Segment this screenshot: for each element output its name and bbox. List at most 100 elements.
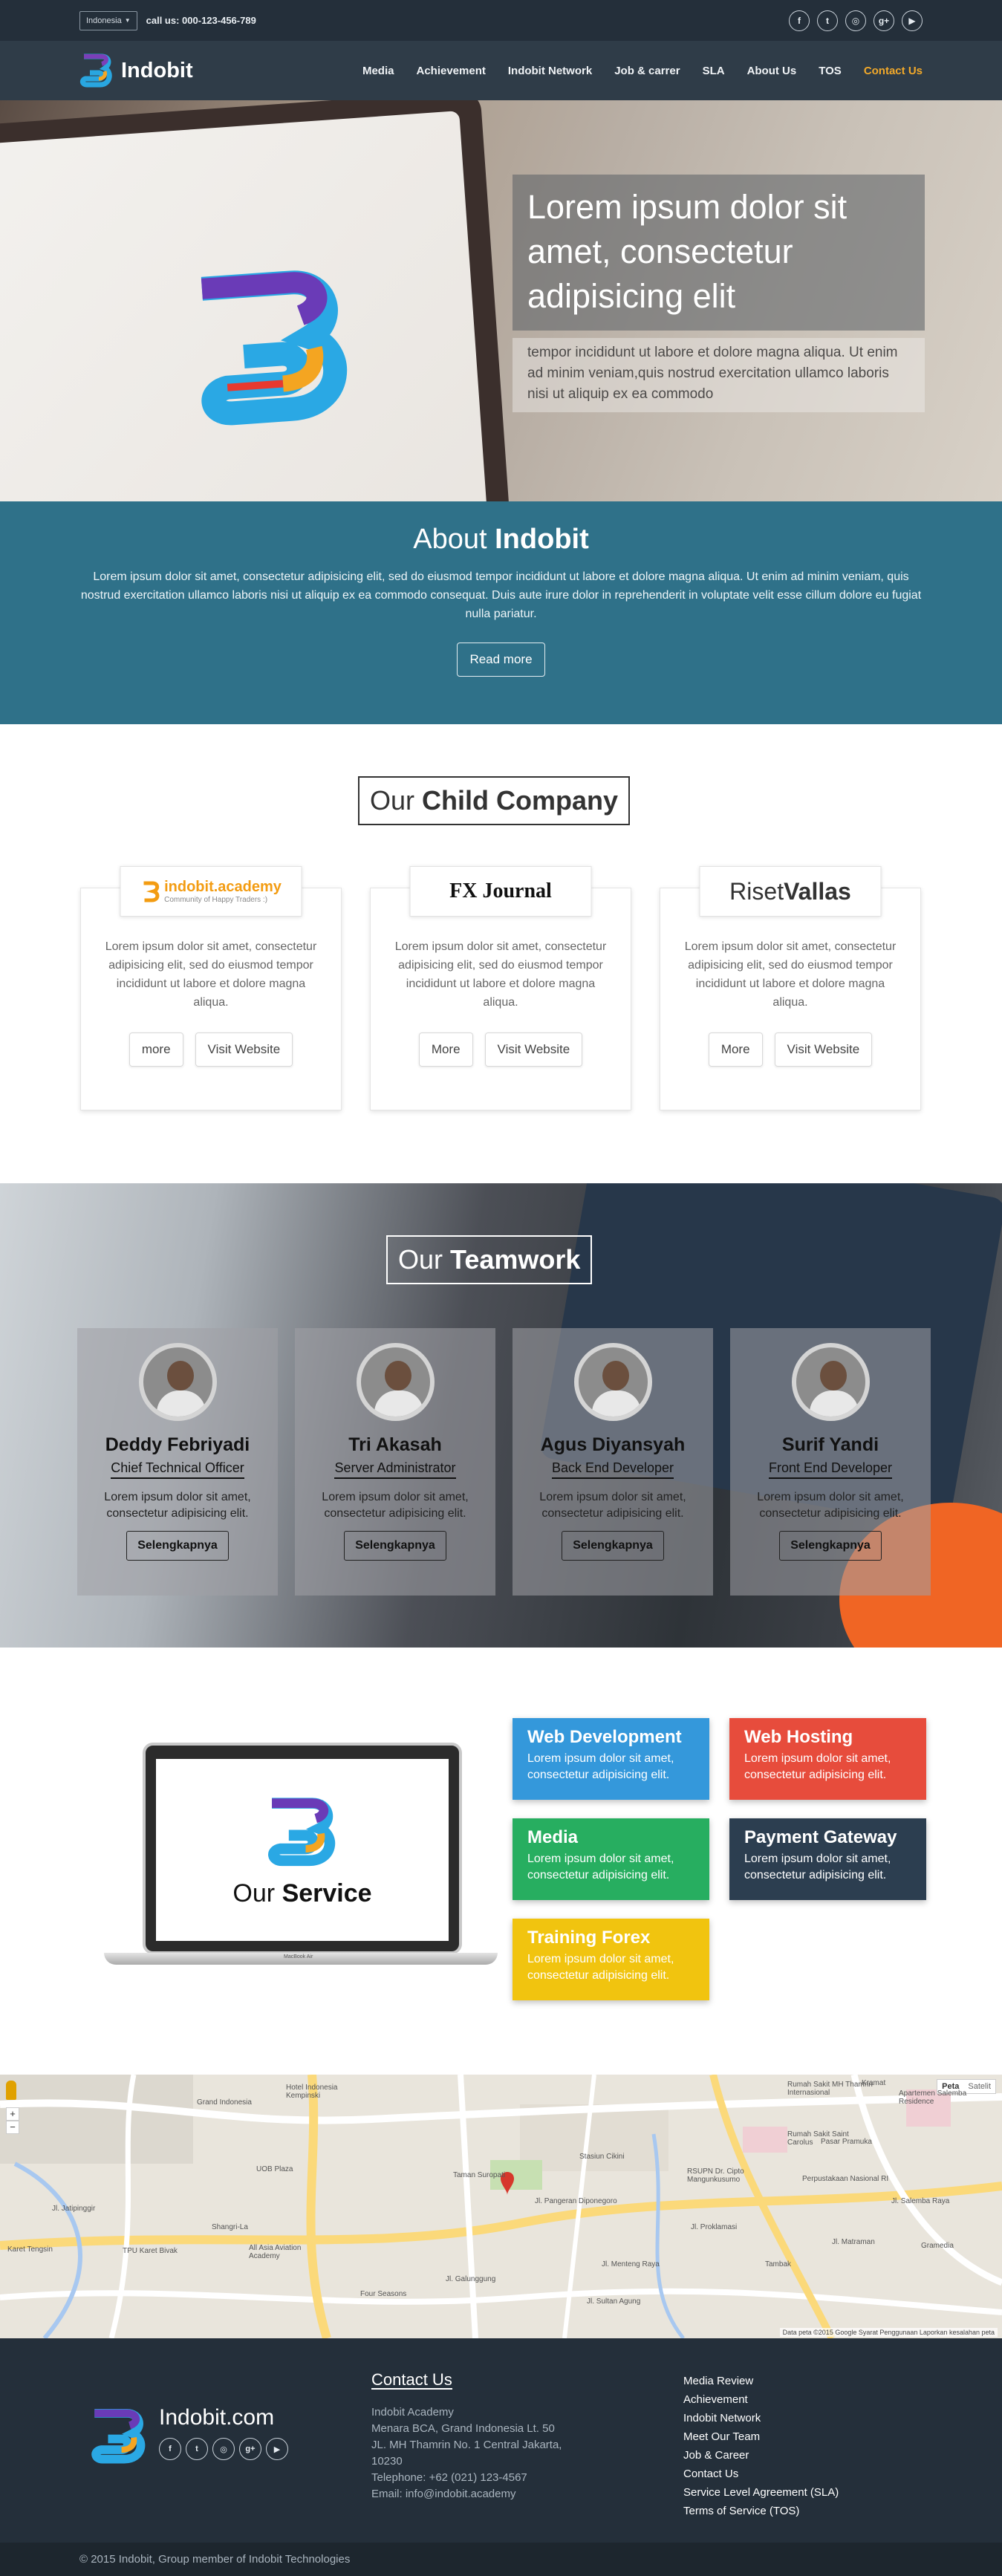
member-text: Lorem ipsum dolor sit amet, consectetur … <box>757 1491 904 1520</box>
footer-link-tos[interactable]: Terms of Service (TOS) <box>683 2502 839 2520</box>
top-bar: Indonesia ▼ call us: 000-123-456-789 f t… <box>0 0 1002 41</box>
visit-website-button[interactable]: Visit Website <box>195 1032 293 1067</box>
indobit-logo-icon <box>79 53 112 88</box>
twitter-icon[interactable]: t <box>817 10 838 31</box>
map-attribution: Data peta ©2015 Google Syarat Penggunaan… <box>779 2328 998 2337</box>
nav-item-job-carrer[interactable]: Job & carrer <box>614 65 680 77</box>
fx-journal-logo[interactable]: FX Journal <box>409 866 592 917</box>
nav-item-contact-us[interactable]: Contact Us <box>864 65 923 77</box>
footer-contact: Contact Us Indobit Academy Menara BCA, G… <box>371 2370 562 2500</box>
brand-name: Indobit <box>121 58 193 82</box>
child-card-indobit-academy: indobit.academy Community of Happy Trade… <box>80 866 342 1110</box>
avatar <box>791 1343 870 1421</box>
service-media[interactable]: Media Lorem ipsum dolor sit amet, consec… <box>513 1818 709 1900</box>
footer-link-media-review[interactable]: Media Review <box>683 2372 839 2390</box>
instagram-icon[interactable]: ◎ <box>845 10 866 31</box>
indobit-academy-logo[interactable]: indobit.academy Community of Happy Trade… <box>120 866 302 917</box>
footer-link-achievement[interactable]: Achievement <box>683 2390 839 2409</box>
team-member-card: Tri Akasah Server Administrator Lorem ip… <box>295 1328 495 1596</box>
service-training-forex[interactable]: Training Forex Lorem ipsum dolor sit ame… <box>513 1919 709 2000</box>
child-card-riset-vallas: RisetVallas Lorem ipsum dolor sit amet, … <box>660 866 921 1110</box>
footer-link-job-career[interactable]: Job & Career <box>683 2446 839 2465</box>
facebook-icon[interactable]: f <box>159 2438 181 2460</box>
copyright-bar: © 2015 Indobit, Group member of Indobit … <box>0 2543 1002 2576</box>
more-button[interactable]: More <box>708 1032 763 1067</box>
more-button[interactable]: more <box>128 1032 183 1067</box>
service-title: Our Service <box>232 1879 372 1907</box>
macbook-illustration: Our Service MacBook Air <box>104 1743 498 1965</box>
facebook-icon[interactable]: f <box>789 10 810 31</box>
language-value: Indonesia <box>86 16 122 25</box>
footer-links: Media Review Achievement Indobit Network… <box>683 2372 839 2520</box>
service-web-hosting[interactable]: Web Hosting Lorem ipsum dolor sit amet, … <box>729 1718 926 1800</box>
academy-logo-main: indobit.academy <box>164 879 282 895</box>
member-role: Front End Developer <box>768 1460 893 1479</box>
youtube-icon[interactable]: ▶ <box>266 2438 288 2460</box>
team-member-card: Agus Diyansyah Back End Developer Lorem … <box>513 1328 713 1596</box>
hero-banner: Lorem ipsum dolor sit amet, consectetur … <box>0 100 1002 501</box>
zoom-in-button[interactable]: + <box>6 2107 19 2121</box>
twitter-icon[interactable]: t <box>186 2438 208 2460</box>
card-text: Lorem ipsum dolor sit amet, consectetur … <box>394 940 607 1009</box>
location-map[interactable]: + − Peta Satelit Grand Indonesia Hotel I… <box>0 2075 1002 2338</box>
member-text: Lorem ipsum dolor sit amet, consectetur … <box>104 1491 251 1520</box>
selengkapnya-button[interactable]: Selengkapnya <box>344 1531 446 1561</box>
team-member-card: Deddy Febriyadi Chief Technical Officer … <box>77 1328 278 1596</box>
footer-link-sla[interactable]: Service Level Agreement (SLA) <box>683 2483 839 2502</box>
youtube-icon[interactable]: ▶ <box>902 10 923 31</box>
caret-down-icon: ▼ <box>124 17 131 24</box>
language-select[interactable]: Indonesia ▼ <box>79 10 137 30</box>
nav-item-achievement[interactable]: Achievement <box>416 65 485 77</box>
avatar <box>356 1343 435 1421</box>
main-navbar: Indobit Media Achievement Indobit Networ… <box>0 41 1002 100</box>
pegman-icon[interactable] <box>6 2081 16 2100</box>
member-name: Agus Diyansyah <box>540 1434 686 1455</box>
member-text: Lorem ipsum dolor sit amet, consectetur … <box>322 1491 469 1520</box>
service-payment-gateway[interactable]: Payment Gateway Lorem ipsum dolor sit am… <box>729 1818 926 1900</box>
selengkapnya-button[interactable]: Selengkapnya <box>126 1531 229 1561</box>
footer-link-contact-us[interactable]: Contact Us <box>683 2465 839 2483</box>
visit-website-button[interactable]: Visit Website <box>774 1032 873 1067</box>
service-web-development[interactable]: Web Development Lorem ipsum dolor sit am… <box>513 1718 709 1800</box>
more-button[interactable]: More <box>418 1032 473 1067</box>
copyright-text: © 2015 Indobit, Group member of Indobit … <box>79 2553 351 2566</box>
footer-link-meet-our-team[interactable]: Meet Our Team <box>683 2427 839 2446</box>
card-text: Lorem ipsum dolor sit amet, consectetur … <box>684 940 897 1009</box>
about-text: Lorem ipsum dolor sit amet, consectetur … <box>80 570 922 620</box>
macbook-label: MacBook Air <box>284 1954 313 1959</box>
nav-item-tos[interactable]: TOS <box>819 65 842 77</box>
footer-link-indobit-network[interactable]: Indobit Network <box>683 2409 839 2427</box>
avatar <box>138 1343 217 1421</box>
nav-item-about-us[interactable]: About Us <box>747 65 797 77</box>
academy-logo-icon <box>143 881 159 902</box>
hero-subtitle: tempor incididunt ut labore et dolore ma… <box>513 338 925 412</box>
footer: Indobit.com f t ◎ g+ ▶ Contact Us Indobi… <box>0 2338 1002 2543</box>
visit-website-button[interactable]: Visit Website <box>484 1032 583 1067</box>
top-social-links: f t ◎ g+ ▶ <box>789 10 923 31</box>
google-plus-icon[interactable]: g+ <box>874 10 894 31</box>
team-member-card: Surif Yandi Front End Developer Lorem ip… <box>730 1328 931 1596</box>
member-name: Tri Akasah <box>348 1434 442 1455</box>
selengkapnya-button[interactable]: Selengkapnya <box>779 1531 882 1561</box>
nav-item-indobit-network[interactable]: Indobit Network <box>508 65 592 77</box>
riset-vallas-logo[interactable]: RisetVallas <box>699 866 882 917</box>
google-plus-icon[interactable]: g+ <box>239 2438 261 2460</box>
member-text: Lorem ipsum dolor sit amet, consectetur … <box>539 1491 686 1520</box>
footer-brand-name: Indobit.com <box>159 2405 275 2430</box>
footer-brand: Indobit.com f t ◎ g+ ▶ <box>89 2405 288 2465</box>
nav-item-sla[interactable]: SLA <box>703 65 725 77</box>
member-role: Server Administrator <box>334 1460 456 1479</box>
about-section: About Indobit Lorem ipsum dolor sit amet… <box>0 501 1002 724</box>
read-more-button[interactable]: Read more <box>457 643 545 677</box>
footer-contact-title: Contact Us <box>371 2370 452 2390</box>
team-title: Our Teamwork <box>386 1235 593 1284</box>
indobit-large-logo-icon <box>201 270 348 426</box>
member-role: Chief Technical Officer <box>111 1460 244 1479</box>
team-section: Our Teamwork Deddy Febriyadi Chief Techn… <box>0 1183 1002 1648</box>
zoom-out-button[interactable]: − <box>6 2121 19 2134</box>
selengkapnya-button[interactable]: Selengkapnya <box>562 1531 664 1561</box>
instagram-icon[interactable]: ◎ <box>212 2438 235 2460</box>
brand-logo-link[interactable]: Indobit <box>79 53 193 88</box>
nav-item-media[interactable]: Media <box>362 65 394 77</box>
child-company-title: Our Child Company <box>358 776 631 825</box>
